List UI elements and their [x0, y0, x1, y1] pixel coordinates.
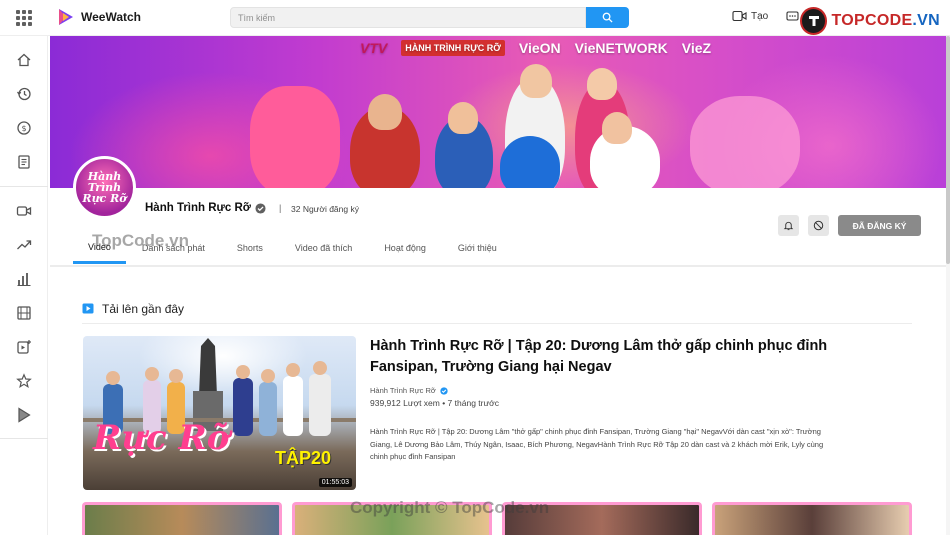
thumbnail-episode-label: TẬP20 [275, 448, 332, 468]
verified-badge-icon [255, 203, 266, 214]
sidebar-divider [0, 186, 48, 187]
bell-icon [783, 221, 794, 231]
banner-logo-vieon: VieON [518, 40, 561, 56]
channel-avatar[interactable]: Hành Trình Rực Rỡ [73, 156, 136, 219]
channel-avatar-text: Hành Trình Rực Rỡ [82, 170, 127, 205]
banner-cast-figure [520, 64, 552, 98]
trending-icon[interactable] [14, 235, 34, 255]
featured-video-thumbnail[interactable]: Rực Rỡ TẬP20 01:55:03 [83, 336, 356, 490]
tab-liked-videos[interactable]: Video đã thích [279, 232, 368, 264]
featured-video-title[interactable]: Hành Trình Rực Rỡ | Tập 20: Dương Lâm th… [370, 336, 840, 378]
add-video-icon[interactable] [14, 337, 34, 357]
search-button[interactable] [586, 7, 629, 28]
dollar-icon[interactable]: $ [14, 118, 34, 138]
app-name: WeeWatch [81, 10, 142, 24]
featured-channel-name: Hành Trình Rực Rỡ [370, 386, 436, 395]
search-input[interactable] [230, 7, 586, 28]
watermark-text: TopCode.vn [92, 231, 189, 250]
featured-video-description: Hành Trình Rực Rỡ | Tập 20: Dương Lâm "t… [370, 427, 824, 461]
star-icon[interactable] [14, 371, 34, 391]
play-logo-icon [59, 9, 73, 25]
search-icon [602, 12, 613, 23]
analytics-icon[interactable] [14, 269, 34, 289]
watermark-text: Copyright © TopCode.vn [350, 498, 550, 517]
section-title: Tải lên gần đây [102, 302, 185, 316]
tab-shorts[interactable]: Shorts [221, 232, 279, 264]
banner-cast-figure [448, 102, 478, 134]
chat-icon [786, 11, 799, 21]
notification-bell-button[interactable] [778, 215, 799, 236]
banner-cast-figure [250, 86, 340, 188]
banner-logo-vienetwork: VieNETWORK [574, 40, 668, 56]
sidebar: $ [0, 36, 48, 535]
tab-about[interactable]: Giới thiệu [442, 232, 513, 264]
video-duration: 01:55:03 [318, 478, 352, 487]
banner-partner-logos: VTV HÀNH TRÌNH RỰC RỠ VieON VieNETWORK V… [360, 40, 711, 56]
header-separator: | [279, 203, 282, 213]
featured-video-channel[interactable]: Hành Trình Rực Rỡ [370, 386, 448, 395]
apps-grid-icon[interactable] [16, 10, 32, 26]
video-icon[interactable] [14, 201, 34, 221]
topcode-logo-icon [800, 7, 828, 35]
subscriber-count: 32 Người đăng ký [291, 204, 359, 214]
channel-name: Hành Trình Rực Rỡ [145, 202, 251, 214]
film-icon[interactable] [14, 303, 34, 323]
topcode-brand-text: TOPCODE.VN [831, 12, 940, 29]
recent-uploads-header: Tải lên gần đây [82, 302, 184, 316]
play-store-icon[interactable] [14, 405, 34, 425]
banner-logo-vtv: VTV [360, 40, 388, 56]
banner-cast-figure [368, 94, 402, 130]
sidebar-divider [0, 438, 48, 439]
verified-badge-icon [440, 386, 448, 395]
block-icon [813, 220, 824, 231]
history-icon[interactable] [14, 84, 34, 104]
banner-cast-figure [690, 96, 800, 188]
messages-button[interactable] [786, 10, 799, 28]
banner-cast-figure [602, 112, 632, 144]
video-camera-icon [732, 10, 747, 22]
banner-logo-show: HÀNH TRÌNH RỰC RỠ [401, 40, 505, 56]
banner-logo-viez: VieZ [681, 40, 712, 56]
top-bar: WeeWatch Tạo TOPCODE.VN [0, 0, 950, 36]
svg-text:$: $ [21, 124, 26, 133]
banner-cast-figure [587, 68, 617, 100]
thumbnail-show-title: Rực Rỡ [93, 418, 230, 458]
tabs-divider [50, 265, 946, 267]
section-divider [82, 323, 912, 324]
app-logo[interactable]: WeeWatch [57, 8, 141, 26]
playlist-play-icon [82, 303, 94, 314]
create-label: Tạo [751, 10, 769, 22]
video-thumbnail[interactable] [712, 502, 912, 535]
featured-video-meta: 939,912 Lượt xem • 7 tháng trước [370, 398, 499, 408]
create-button[interactable]: Tạo [732, 10, 768, 22]
home-icon[interactable] [14, 50, 34, 70]
video-thumbnail[interactable] [82, 502, 282, 535]
subscribed-button[interactable]: ĐÃ ĐĂNG KÝ [838, 215, 921, 236]
topcode-brand: TOPCODE.VN [800, 6, 940, 36]
channel-banner: VTV HÀNH TRÌNH RỰC RỠ VieON VieNETWORK V… [50, 36, 946, 188]
tab-activity[interactable]: Hoạt động [368, 232, 442, 264]
scrollbar-thumb[interactable] [946, 36, 950, 264]
block-channel-button[interactable] [808, 215, 829, 236]
document-icon[interactable] [14, 152, 34, 172]
banner-cast-figure [500, 136, 560, 188]
